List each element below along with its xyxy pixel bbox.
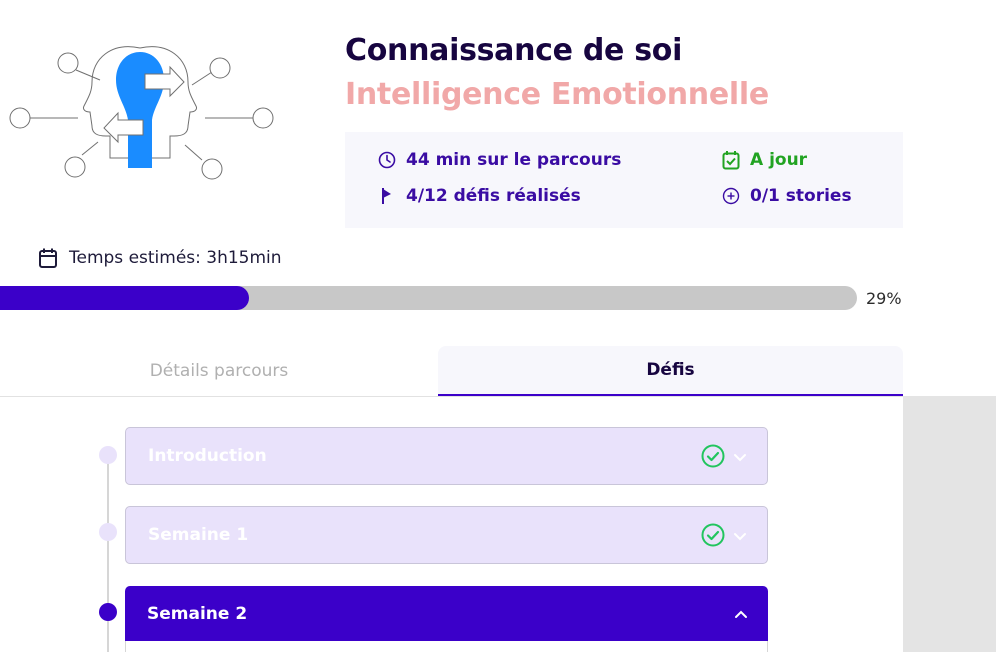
week-semaine-1[interactable]: Semaine 1 (125, 506, 768, 564)
progress-bar (0, 286, 857, 310)
calendar-check-icon (721, 150, 741, 170)
progress-bar-fill (0, 286, 249, 310)
clock-icon (377, 150, 397, 170)
timeline-dot-semaine-2 (99, 603, 117, 621)
course-illustration (0, 30, 285, 190)
timeline-dot-introduction (99, 446, 117, 464)
stat-stories: 0/1 stories (721, 186, 852, 206)
stat-time-label: 44 min sur le parcours (406, 150, 622, 170)
check-circle-icon (701, 523, 725, 547)
stat-time-on-path: 44 min sur le parcours (377, 150, 621, 170)
chevron-up-icon[interactable] (734, 607, 748, 621)
head-profiles-icon (9, 46, 274, 180)
side-panel (903, 396, 996, 652)
stat-stories-label: 0/1 stories (750, 186, 852, 206)
tab-defis[interactable]: Défis (438, 346, 903, 396)
week-label: Introduction (148, 446, 267, 466)
estimated-time-label: Temps estimés: 3h15min (69, 248, 282, 268)
stat-status: A jour (721, 150, 807, 170)
timeline-dot-semaine-1 (99, 523, 117, 541)
flag-icon (377, 186, 397, 206)
stat-challenges-label: 4/12 défis réalisés (406, 186, 581, 206)
chevron-down-icon[interactable] (733, 528, 747, 542)
chevron-down-icon[interactable] (733, 449, 747, 463)
stat-challenges: 4/12 défis réalisés (377, 186, 581, 206)
week-introduction[interactable]: Introduction (125, 427, 768, 485)
estimated-time: Temps estimés: 3h15min (38, 247, 282, 269)
tabs: Détails parcours Défis (0, 346, 903, 396)
stats-panel: 44 min sur le parcours 4/12 défis réalis… (345, 132, 903, 228)
progress-percent: 29% (866, 289, 902, 308)
course-subtitle: Intelligence Emotionnelle (345, 77, 769, 112)
stat-status-label: A jour (750, 150, 808, 170)
calendar-icon (38, 247, 60, 269)
tab-details-parcours[interactable]: Détails parcours (0, 346, 438, 396)
week-semaine-2-content (125, 641, 768, 652)
timeline-line (107, 455, 109, 652)
check-circle-icon (701, 444, 725, 468)
plus-circle-icon (721, 186, 741, 206)
week-label: Semaine 1 (148, 525, 249, 545)
course-title: Connaissance de soi (345, 33, 683, 68)
tabs-divider (0, 396, 903, 397)
week-semaine-2[interactable]: Semaine 2 (125, 586, 768, 642)
week-label: Semaine 2 (147, 604, 248, 624)
